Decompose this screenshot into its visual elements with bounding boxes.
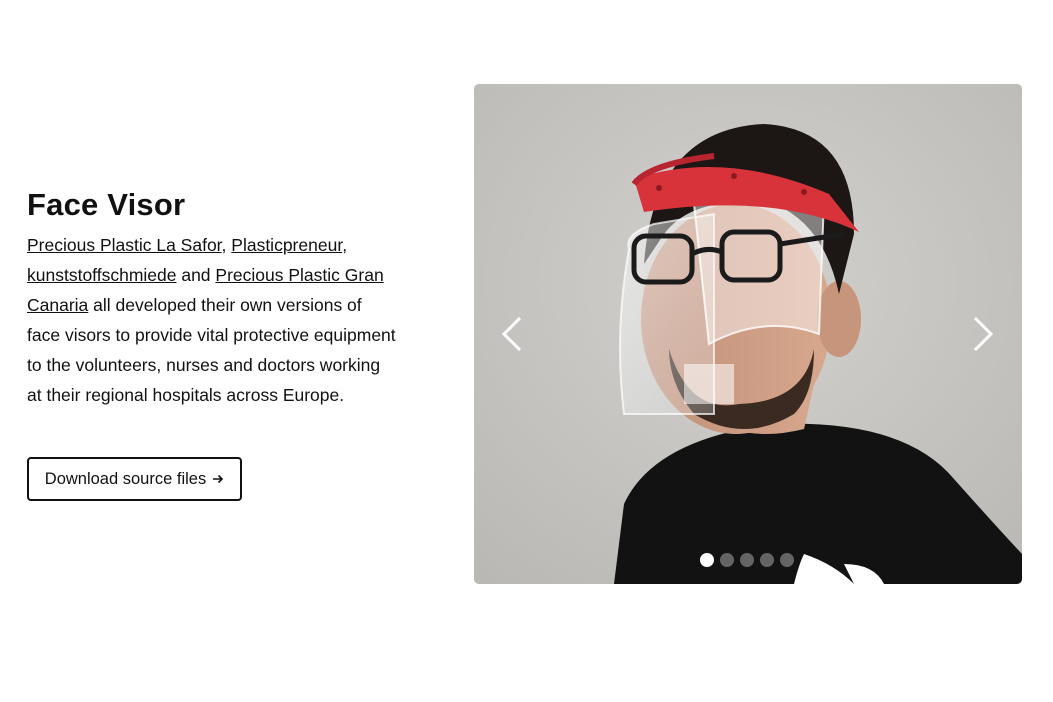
content-section: Face Visor Precious Plastic La Safor, Pl… xyxy=(27,186,397,410)
carousel-dot[interactable] xyxy=(700,553,714,567)
description-separator: , xyxy=(342,235,348,255)
carousel-image xyxy=(474,84,1022,584)
description-separator: and xyxy=(176,265,216,285)
chevron-right-icon[interactable] xyxy=(967,312,997,356)
arrow-right-icon xyxy=(213,474,224,484)
link-plasticpreneur[interactable]: Plasticpreneur xyxy=(231,235,342,255)
description-separator: , xyxy=(221,235,232,255)
carousel-pagination xyxy=(700,553,794,567)
chevron-left-icon[interactable] xyxy=(498,312,528,356)
carousel-dot[interactable] xyxy=(740,553,754,567)
link-precious-plastic-la-safor[interactable]: Precious Plastic La Safor xyxy=(27,235,222,255)
download-button-label: Download source files xyxy=(44,469,207,488)
section-description: Precious Plastic La Safor, Plasticpreneu… xyxy=(27,230,397,410)
image-carousel[interactable] xyxy=(474,84,1022,584)
carousel-dot[interactable] xyxy=(720,553,734,567)
link-kunststoffschmiede[interactable]: kunststoffschmiede xyxy=(27,265,176,285)
carousel-dot[interactable] xyxy=(760,553,774,567)
section-title: Face Visor xyxy=(27,187,186,222)
download-source-files-button[interactable]: Download source files xyxy=(27,457,242,501)
carousel-dot[interactable] xyxy=(780,553,794,567)
